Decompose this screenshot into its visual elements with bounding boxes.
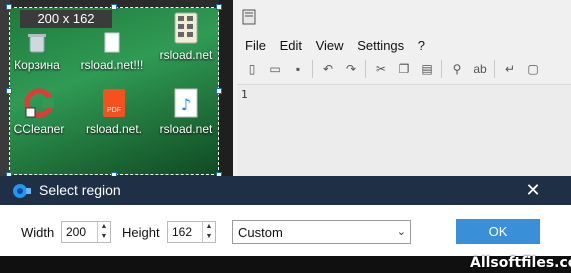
copy-icon[interactable]: ❐ [395, 60, 413, 78]
calculator-icon [174, 12, 198, 44]
width-value[interactable]: 200 [66, 225, 86, 239]
watermark: Allsoftfiles.com [470, 255, 571, 271]
chevron-down-icon: ⌄ [396, 226, 406, 238]
camera-icon [13, 184, 31, 198]
save-icon[interactable]: ▪ [289, 60, 307, 78]
open-folder-icon[interactable]: ▭ [266, 60, 284, 78]
resize-handle-top-left[interactable] [6, 4, 12, 10]
desktop-icon-label: rsload.net. [85, 122, 143, 136]
replace-icon[interactable]: ab [471, 60, 489, 78]
desktop-icon[interactable]: rsload.net [154, 12, 218, 72]
line-number: 1 [241, 88, 248, 101]
dialog-title-bar[interactable]: Select region ✕ [0, 176, 571, 205]
chevron-down-icon[interactable]: ▼ [203, 232, 215, 242]
height-value[interactable]: 162 [172, 225, 192, 239]
preset-dropdown[interactable]: Custom ⌄ [232, 220, 411, 244]
toolbar-separator [494, 60, 495, 78]
resize-handle-top-right[interactable] [216, 4, 222, 10]
resize-handle-top[interactable] [111, 4, 117, 10]
desktop-icon-label: Корзина [14, 58, 60, 72]
desktop-icon[interactable]: ♪ rsload.net [154, 88, 218, 148]
dialog-title: Select region [39, 182, 121, 198]
new-file-icon[interactable]: ▯ [243, 60, 261, 78]
capture-region[interactable]: Корзина rsload.net!!! rsload.net CCleane… [10, 8, 219, 175]
desktop-icon-label: rsload.net [159, 122, 213, 136]
editor-title-bar [233, 0, 571, 32]
height-label: Height [122, 225, 160, 240]
svg-text:PDF: PDF [107, 107, 121, 114]
menu-view[interactable]: View [316, 38, 344, 53]
width-spinbox[interactable]: 200 ▲ ▼ [61, 221, 111, 243]
recycle-bin-icon [28, 34, 46, 53]
desktop-icon[interactable]: rsload.net!!! [80, 32, 144, 92]
region-size-label: 200 x 162 [20, 10, 112, 28]
height-spinbox[interactable]: 162 ▲ ▼ [167, 221, 216, 243]
menu-settings[interactable]: Settings [357, 38, 404, 53]
blank-file-icon [104, 32, 120, 53]
menu-file[interactable]: File [245, 38, 266, 53]
width-stepper: ▲ ▼ [97, 222, 110, 242]
zoom-icon[interactable]: ▢ [524, 60, 542, 78]
close-icon[interactable]: ✕ [522, 179, 544, 201]
editor-app-icon [242, 9, 256, 25]
desktop-icon[interactable]: PDF rsload.net. [82, 88, 146, 148]
redo-icon[interactable]: ↷ [342, 60, 360, 78]
select-region-dialog: Select region ✕ Width 200 ▲ ▼ Height 162 … [0, 176, 571, 256]
desktop-icon-label: rsload.net!!! [80, 58, 144, 72]
menu-edit[interactable]: Edit [280, 38, 302, 53]
cut-icon[interactable]: ✂ [372, 60, 390, 78]
resize-handle-right[interactable] [216, 88, 222, 94]
music-file-icon: ♪ [174, 88, 198, 118]
ok-button[interactable]: OK [456, 219, 540, 244]
preset-value: Custom [238, 225, 283, 240]
undo-icon[interactable]: ↶ [319, 60, 337, 78]
word-wrap-icon[interactable]: ↵ [501, 60, 519, 78]
desktop-icon[interactable]: CCleaner [10, 88, 68, 148]
chevron-up-icon[interactable]: ▲ [98, 222, 110, 232]
width-label: Width [21, 225, 55, 240]
find-icon[interactable]: ⚲ [448, 60, 466, 78]
resize-handle-left[interactable] [6, 88, 12, 94]
paste-icon[interactable]: ▤ [418, 60, 436, 78]
chevron-up-icon[interactable]: ▲ [203, 222, 215, 232]
editor-menubar: File Edit View Settings ? [245, 38, 435, 56]
svg-text:♪: ♪ [181, 95, 191, 114]
editor-toolbar: ▯ ▭ ▪ ↶ ↷ ✂ ❐ ▤ ⚲ ab ↵ ▢ [243, 60, 547, 82]
desktop-icon-label: CCleaner [13, 122, 65, 136]
desktop-icon-label: rsload.net [159, 48, 213, 62]
toolbar-separator [312, 60, 313, 78]
toolbar-separator [441, 60, 442, 78]
desktop-icon[interactable]: Корзина [10, 32, 64, 92]
pdf-file-icon: PDF [103, 89, 125, 117]
ccleaner-icon [24, 88, 54, 118]
chevron-down-icon[interactable]: ▼ [98, 232, 110, 242]
menu-help[interactable]: ? [418, 38, 425, 53]
height-stepper: ▲ ▼ [202, 222, 215, 242]
toolbar-separator [365, 60, 366, 78]
